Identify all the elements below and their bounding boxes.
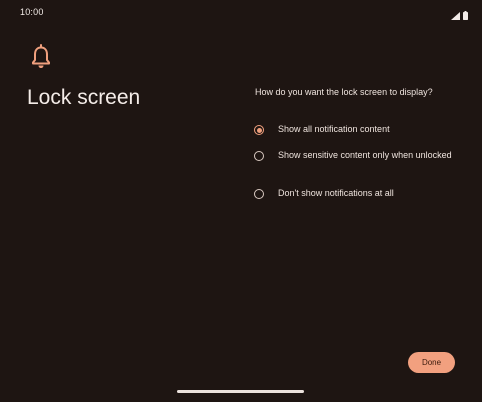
bell-icon [30,44,52,70]
wifi-icon [451,7,460,25]
option-show-all[interactable]: Show all notification content [254,124,464,136]
radio-button-selected[interactable] [254,125,264,135]
option-sensitive-when-unlocked[interactable]: Show sensitive content only when unlocke… [254,150,464,162]
page-title: Lock screen [27,86,141,109]
radio-button[interactable] [254,189,264,199]
status-icons [451,7,468,25]
option-label: Show sensitive content only when unlocke… [278,150,452,160]
option-label: Show all notification content [278,124,390,134]
option-label: Don't show notifications at all [278,188,394,198]
navigation-handle[interactable] [177,390,304,393]
option-dont-show[interactable]: Don't show notifications at all [254,188,464,200]
radio-button[interactable] [254,151,264,161]
done-button[interactable]: Done [408,352,455,373]
battery-icon [463,7,468,25]
status-bar: 10:00 [0,0,482,24]
status-time: 10:00 [20,7,44,17]
lock-screen-question: How do you want the lock screen to displ… [255,87,433,97]
